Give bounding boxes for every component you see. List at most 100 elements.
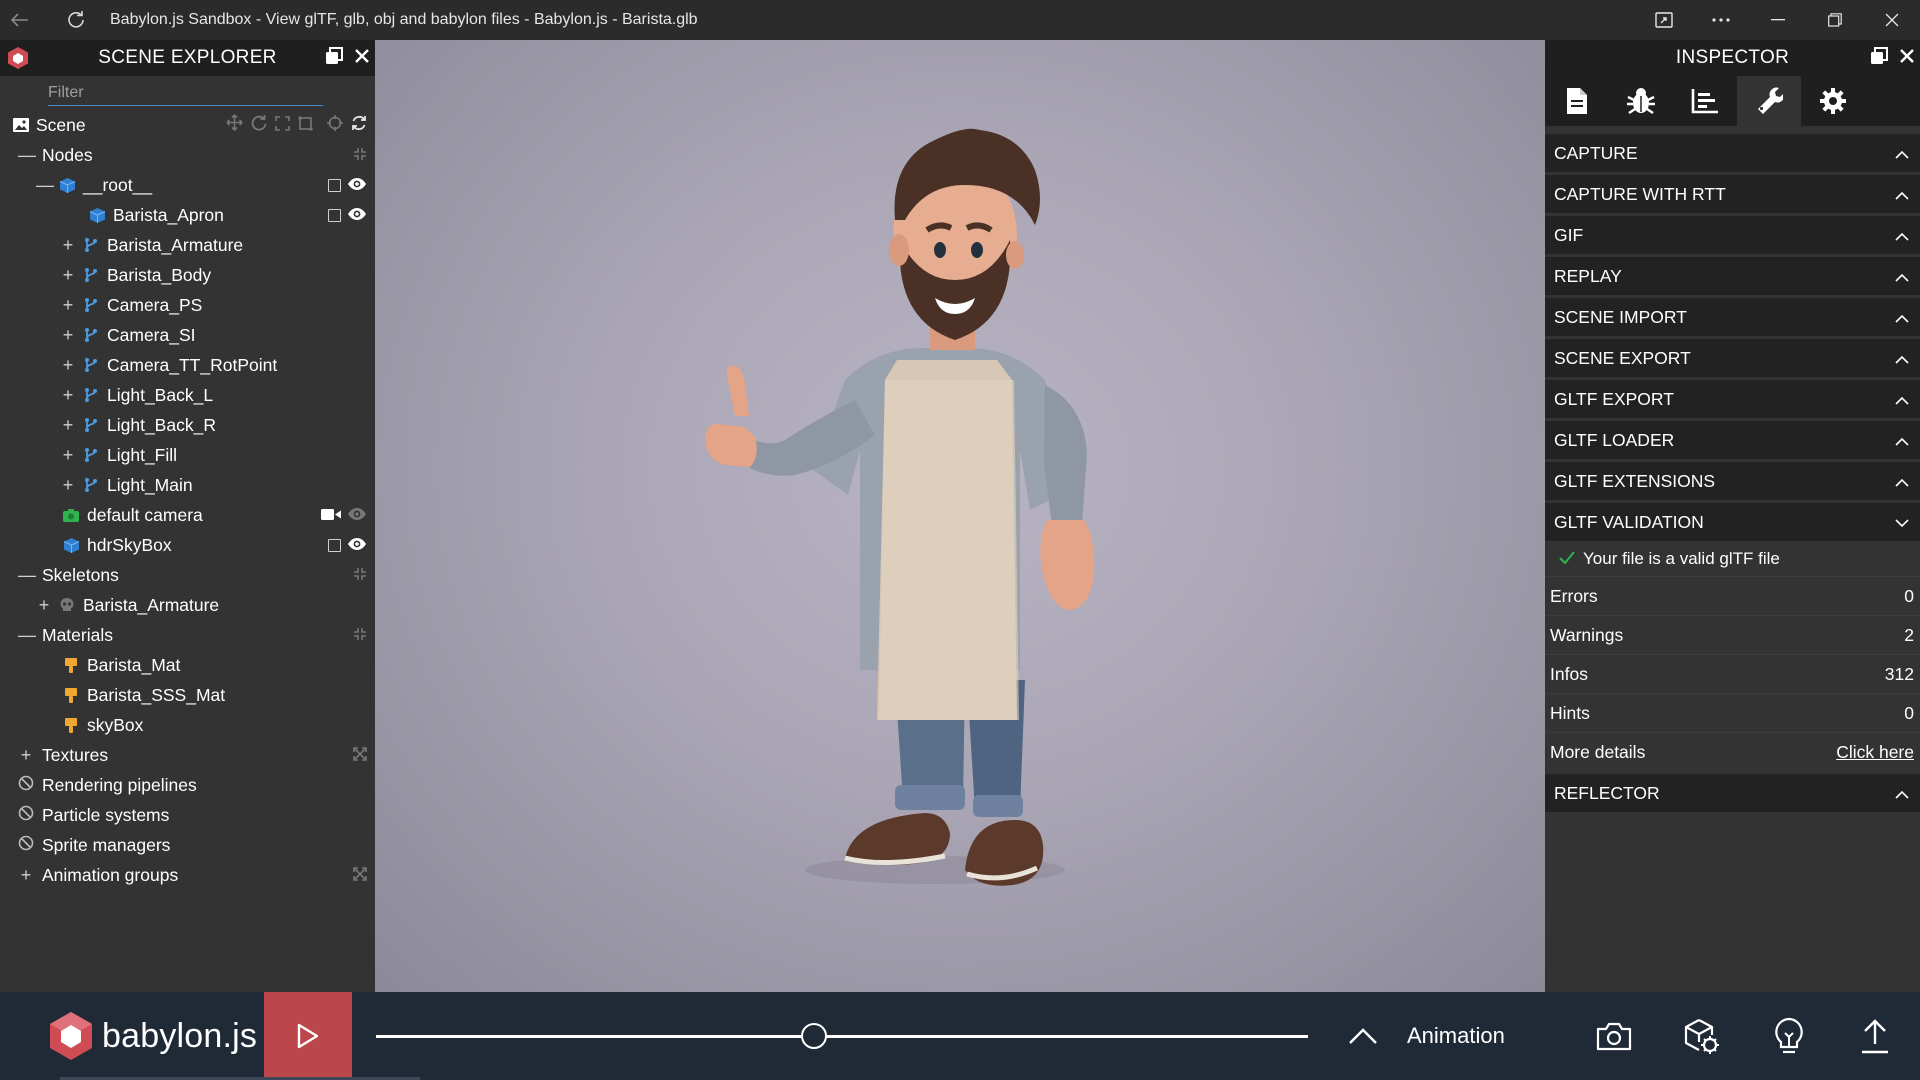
babylon-brand[interactable]: babylon.js: [48, 1010, 257, 1062]
scale-gizmo-icon[interactable]: [275, 115, 290, 136]
tree-item-skybox-mat[interactable]: skyBox: [0, 710, 375, 740]
tree-item-light-fill[interactable]: + Light_Fill: [0, 440, 375, 470]
filter-input[interactable]: Filter: [48, 84, 323, 106]
rotate-gizmo-icon[interactable]: [251, 114, 267, 136]
expand-all-icon[interactable]: [353, 745, 367, 766]
section-scene-import[interactable]: SCENE IMPORT: [1545, 298, 1920, 336]
environment-settings-button[interactable]: [1679, 1014, 1723, 1058]
section-gltf-extensions[interactable]: GLTF EXTENSIONS: [1545, 462, 1920, 500]
click-here-link[interactable]: Click here: [1836, 742, 1914, 763]
tree-item-textures[interactable]: + Textures: [0, 740, 375, 770]
tree-item-default-camera[interactable]: default camera: [0, 500, 375, 530]
upload-file-button[interactable]: [1853, 1014, 1897, 1058]
tree-item-hdr-skybox[interactable]: hdrSkyBox: [0, 530, 375, 560]
tab-statistics[interactable]: [1673, 76, 1737, 126]
tree-item-nodes[interactable]: — Nodes: [0, 140, 375, 170]
video-camera-icon[interactable]: [321, 505, 341, 526]
tree-item-skeletons[interactable]: — Skeletons: [0, 560, 375, 590]
tree-item-skeleton-armature[interactable]: + Barista_Armature: [0, 590, 375, 620]
tree-item-root[interactable]: — __root__: [0, 170, 375, 200]
section-scene-export[interactable]: SCENE EXPORT: [1545, 339, 1920, 377]
expand-all-icon[interactable]: [353, 865, 367, 886]
more-options-button[interactable]: [1692, 0, 1749, 40]
tree-item-particle-systems[interactable]: Particle systems: [0, 800, 375, 830]
close-window-button[interactable]: [1863, 0, 1920, 40]
tree-item-animation-groups[interactable]: + Animation groups: [0, 860, 375, 890]
close-icon[interactable]: [355, 48, 369, 68]
tab-properties[interactable]: [1545, 76, 1609, 126]
inspector-toggle-button[interactable]: [1767, 1014, 1811, 1058]
collapse-icon[interactable]: —: [36, 175, 54, 196]
section-capture-rtt[interactable]: CAPTURE WITH RTT: [1545, 175, 1920, 213]
tree-item-barista-sss-mat[interactable]: Barista_SSS_Mat: [0, 680, 375, 710]
collapse-all-icon[interactable]: [353, 565, 367, 586]
tree-item-barista-apron[interactable]: Barista_Apron: [0, 200, 375, 230]
bounding-box-checkbox[interactable]: [328, 208, 341, 222]
bounding-box-checkbox[interactable]: [328, 538, 341, 552]
section-gif[interactable]: GIF: [1545, 216, 1920, 254]
move-gizmo-icon[interactable]: [226, 114, 243, 136]
tree-item-light-main[interactable]: + Light_Main: [0, 470, 375, 500]
eye-icon[interactable]: [347, 535, 367, 556]
bounding-box-checkbox[interactable]: [328, 178, 341, 192]
tab-tools[interactable]: [1737, 76, 1801, 126]
restore-button[interactable]: [1806, 0, 1863, 40]
close-icon[interactable]: [1900, 48, 1914, 68]
expand-icon[interactable]: +: [18, 865, 34, 886]
expand-icon[interactable]: +: [60, 445, 76, 466]
bounding-box-gizmo-icon[interactable]: [298, 115, 313, 136]
expand-icon[interactable]: +: [18, 745, 34, 766]
expand-icon[interactable]: +: [60, 385, 76, 406]
tree-item-camera-si[interactable]: + Camera_SI: [0, 320, 375, 350]
eye-icon[interactable]: [347, 205, 367, 226]
screenshot-button[interactable]: [1592, 1014, 1636, 1058]
expand-icon[interactable]: +: [60, 295, 76, 316]
animation-picker-button[interactable]: [1347, 1020, 1379, 1052]
collapse-icon[interactable]: —: [18, 625, 36, 646]
collapse-all-icon[interactable]: [353, 625, 367, 646]
section-gltf-loader[interactable]: GLTF LOADER: [1545, 421, 1920, 459]
tree-item-scene[interactable]: Scene: [0, 110, 375, 140]
expand-icon[interactable]: +: [60, 415, 76, 436]
expand-icon[interactable]: +: [60, 475, 76, 496]
collapse-all-icon[interactable]: [353, 145, 367, 166]
expand-icon[interactable]: +: [36, 595, 52, 616]
section-capture[interactable]: CAPTURE: [1545, 134, 1920, 172]
minimize-button[interactable]: [1749, 0, 1806, 40]
back-button[interactable]: [0, 0, 40, 40]
timeline-slider-track[interactable]: [376, 1035, 1308, 1038]
section-gltf-export[interactable]: GLTF EXPORT: [1545, 380, 1920, 418]
expand-icon[interactable]: +: [60, 355, 76, 376]
expand-icon[interactable]: +: [60, 235, 76, 256]
tree-item-materials[interactable]: — Materials: [0, 620, 375, 650]
tree-item-sprite-managers[interactable]: Sprite managers: [0, 830, 375, 860]
render-canvas[interactable]: [375, 40, 1545, 992]
sync-icon[interactable]: [351, 115, 367, 136]
play-button[interactable]: [264, 992, 352, 1080]
section-gltf-validation[interactable]: GLTF VALIDATION: [1545, 503, 1920, 541]
tree-item-light-back-l[interactable]: + Light_Back_L: [0, 380, 375, 410]
popout-icon[interactable]: [325, 46, 343, 70]
crosshair-icon[interactable]: [327, 114, 343, 136]
tree-item-barista-body[interactable]: + Barista_Body: [0, 260, 375, 290]
popout-icon[interactable]: [1870, 46, 1888, 70]
app-share-button[interactable]: [1635, 0, 1692, 40]
tree-item-light-back-r[interactable]: + Light_Back_R: [0, 410, 375, 440]
animation-label[interactable]: Animation: [1407, 992, 1505, 1080]
tab-settings[interactable]: [1801, 76, 1865, 126]
refresh-button[interactable]: [56, 0, 96, 40]
tree-item-rendering-pipelines[interactable]: Rendering pipelines: [0, 770, 375, 800]
expand-icon[interactable]: +: [60, 265, 76, 286]
eye-icon[interactable]: [347, 175, 367, 196]
eye-icon[interactable]: [347, 505, 367, 526]
tree-item-camera-tt-rotpoint[interactable]: + Camera_TT_RotPoint: [0, 350, 375, 380]
tree-item-camera-ps[interactable]: + Camera_PS: [0, 290, 375, 320]
section-replay[interactable]: REPLAY: [1545, 257, 1920, 295]
expand-icon[interactable]: +: [60, 325, 76, 346]
collapse-icon[interactable]: —: [18, 565, 36, 586]
tab-debug[interactable]: [1609, 76, 1673, 126]
tree-item-barista-mat[interactable]: Barista_Mat: [0, 650, 375, 680]
timeline-slider-thumb[interactable]: [801, 1023, 828, 1049]
collapse-icon[interactable]: —: [18, 145, 36, 166]
section-reflector[interactable]: REFLECTOR: [1545, 774, 1920, 812]
